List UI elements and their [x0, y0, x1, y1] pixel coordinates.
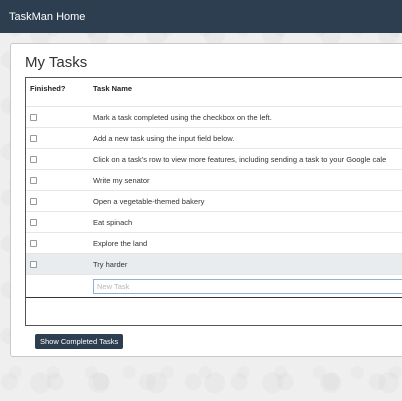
task-checkbox[interactable] — [30, 240, 37, 248]
task-name: Mark a task completed using the checkbox… — [93, 106, 402, 128]
new-task-input[interactable] — [93, 278, 402, 294]
tasks-table-container: Finished? Task Name Mark a task complete… — [25, 77, 402, 349]
task-row[interactable]: Add a new task using the input field bel… — [26, 127, 402, 149]
navbar: TaskMan Home — [0, 0, 402, 33]
task-checkbox[interactable] — [30, 198, 37, 206]
task-row[interactable]: Mark a task completed using the checkbox… — [26, 106, 402, 128]
tasks-panel: My Tasks Finished? Task Name Mark a task… — [10, 43, 402, 357]
task-name: Click on a task's row to view more featu… — [93, 148, 402, 170]
show-completed-tasks-button[interactable]: Show Completed Tasks — [35, 334, 124, 349]
task-name-column-header: Task Name — [93, 84, 133, 93]
task-name: Open a vegetable-themed bakery — [93, 190, 402, 212]
task-name: Add a new task using the input field bel… — [93, 127, 402, 149]
task-checkbox[interactable] — [30, 261, 37, 269]
task-checkbox[interactable] — [30, 219, 37, 227]
task-row[interactable]: Click on a task's row to view more featu… — [26, 148, 402, 170]
task-name: Eat spinach — [93, 211, 402, 233]
task-row[interactable]: Open a vegetable-themed bakery — [26, 190, 402, 212]
task-row[interactable]: Try harder — [26, 253, 402, 275]
task-row[interactable]: Eat spinach — [26, 211, 402, 233]
task-checkbox[interactable] — [30, 114, 37, 122]
finished-column-header: Finished? — [30, 84, 66, 93]
task-name: Write my senator — [93, 169, 402, 191]
brand-link[interactable]: TaskMan Home — [9, 11, 85, 23]
task-name: Try harder — [93, 253, 402, 275]
task-row[interactable]: Explore the land — [26, 232, 402, 254]
task-name: Explore the land — [93, 232, 402, 254]
task-row[interactable]: Write my senator — [26, 169, 402, 191]
task-checkbox[interactable] — [30, 177, 37, 185]
tasks-table: Finished? Task Name Mark a task complete… — [26, 78, 402, 298]
task-checkbox[interactable] — [30, 135, 37, 143]
task-checkbox[interactable] — [30, 156, 37, 164]
new-task-row — [26, 274, 402, 298]
page-title: My Tasks — [25, 54, 88, 71]
